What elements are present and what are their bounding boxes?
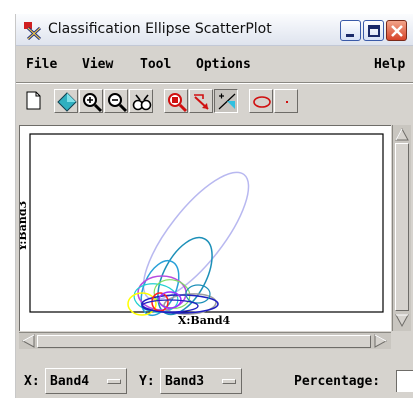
scroll-right-icon[interactable] bbox=[374, 334, 388, 348]
x-band-select[interactable]: Band4 bbox=[45, 368, 127, 394]
option-menu-indicator-icon bbox=[222, 379, 236, 384]
ellipse-icon bbox=[253, 96, 271, 108]
menu-options[interactable]: Options bbox=[196, 57, 251, 72]
point-icon bbox=[286, 101, 288, 103]
select-arrow-tool[interactable] bbox=[189, 89, 213, 113]
toolbar bbox=[16, 87, 413, 117]
zoom-select-tool[interactable] bbox=[164, 89, 188, 113]
vertical-scroll-thumb[interactable] bbox=[395, 143, 409, 311]
maximize-icon bbox=[368, 25, 380, 37]
scatterplot-canvas[interactable]: X:Band4 Y:Band3 bbox=[19, 125, 391, 331]
slope-line-icon bbox=[218, 93, 236, 110]
option-menu-indicator-icon bbox=[107, 379, 121, 384]
zoom-in-tool[interactable] bbox=[79, 89, 103, 113]
pan-tool[interactable] bbox=[54, 89, 78, 113]
horizontal-scroll-thumb[interactable] bbox=[37, 335, 371, 348]
y-band-label: Y: bbox=[139, 374, 155, 389]
scroll-up-icon[interactable] bbox=[395, 127, 409, 141]
menu-bar: File View Tool Options Help bbox=[16, 53, 413, 79]
zoom-out-tool[interactable] bbox=[104, 89, 128, 113]
x-band-value: Band4 bbox=[50, 374, 90, 389]
minimize-icon bbox=[346, 34, 354, 37]
plot-frame: X:Band4 Y:Band3 bbox=[17, 123, 413, 360]
vertical-scrollbar[interactable] bbox=[392, 125, 411, 331]
scatterplot-window: Classification Ellipse ScatterPlot File … bbox=[15, 14, 413, 398]
zoom-fit-tool[interactable] bbox=[129, 89, 153, 113]
scroll-left-icon[interactable] bbox=[21, 334, 35, 348]
select-arrow-icon bbox=[194, 94, 209, 110]
app-icon bbox=[24, 22, 42, 40]
x-band-label: X: bbox=[24, 374, 40, 389]
zoom-fit-icon bbox=[132, 94, 152, 111]
x-axis-label: X:Band4 bbox=[178, 314, 231, 327]
percentage-field[interactable] bbox=[396, 370, 413, 392]
title-bar[interactable]: Classification Ellipse ScatterPlot bbox=[16, 14, 413, 46]
close-icon bbox=[391, 25, 403, 37]
axis-controls: X: Band4 Y: Band3 Percentage: bbox=[16, 364, 413, 398]
y-band-select[interactable]: Band3 bbox=[160, 368, 242, 394]
slope-line-tool[interactable] bbox=[214, 89, 238, 113]
maximize-button[interactable] bbox=[363, 20, 384, 41]
menu-tool[interactable]: Tool bbox=[140, 57, 171, 72]
menu-file[interactable]: File bbox=[26, 57, 57, 72]
plot-border bbox=[29, 133, 384, 313]
menu-help[interactable]: Help bbox=[374, 57, 405, 72]
window-title: Classification Ellipse ScatterPlot bbox=[48, 21, 272, 37]
horizontal-scrollbar[interactable] bbox=[19, 332, 391, 349]
point-tool[interactable] bbox=[274, 89, 298, 113]
scroll-down-icon[interactable] bbox=[395, 314, 409, 328]
close-button[interactable] bbox=[386, 20, 407, 41]
menu-view[interactable]: View bbox=[82, 57, 113, 72]
scatterplot-svg: X:Band4 Y:Band3 bbox=[20, 133, 384, 327]
y-band-value: Band3 bbox=[165, 374, 205, 389]
new-page-icon bbox=[26, 91, 41, 110]
zoom-in-icon bbox=[83, 93, 103, 113]
new-page-tool[interactable] bbox=[22, 89, 46, 113]
y-axis-label: Y:Band3 bbox=[20, 201, 29, 252]
ellipse-tool[interactable] bbox=[249, 89, 273, 113]
zoom-out-icon bbox=[108, 93, 128, 113]
pan-diamond-icon bbox=[57, 92, 77, 112]
minimize-button[interactable] bbox=[340, 20, 361, 41]
zoom-select-icon bbox=[168, 93, 188, 113]
menu-separator bbox=[16, 82, 413, 84]
percentage-label: Percentage: bbox=[294, 374, 381, 389]
